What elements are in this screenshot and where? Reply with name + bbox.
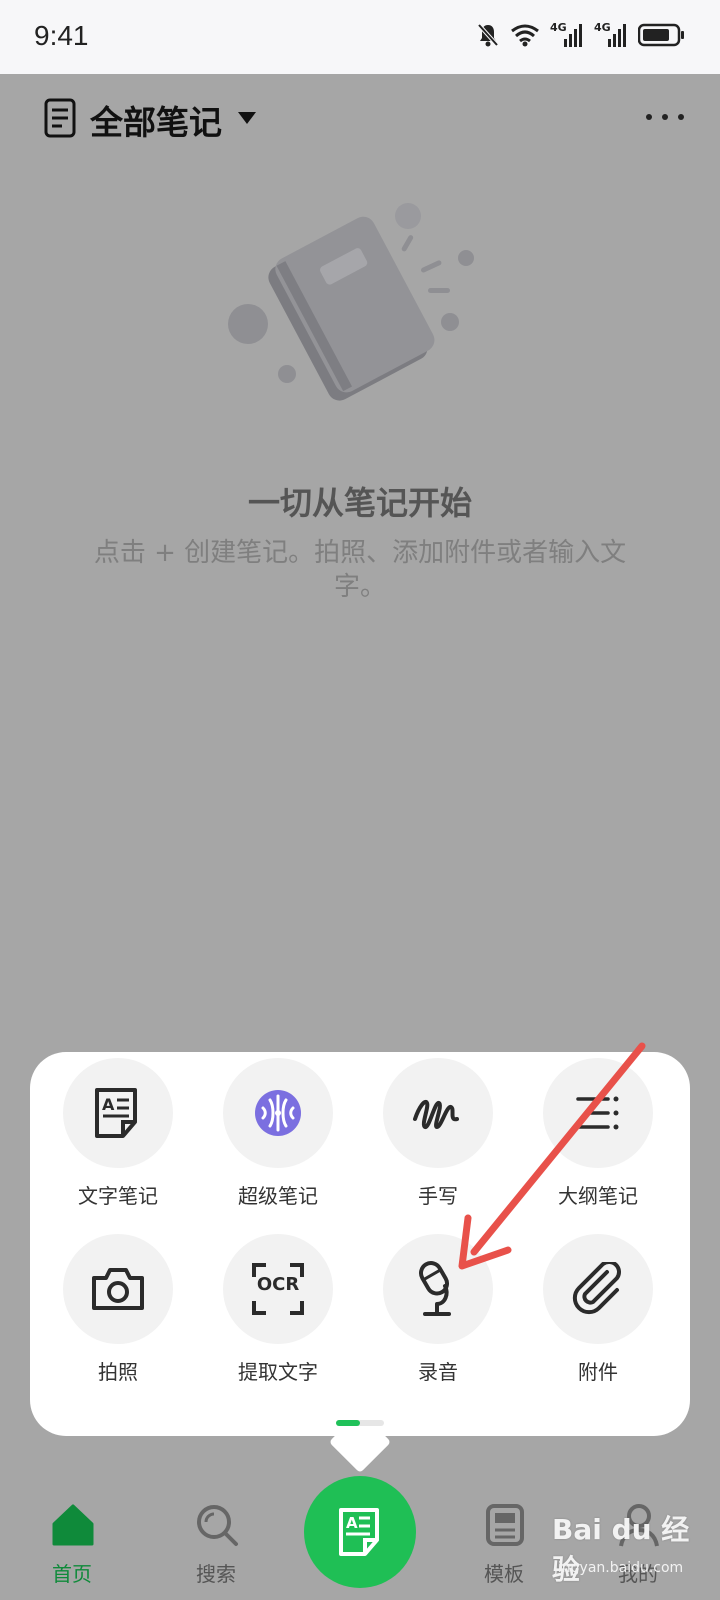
microphone-icon	[419, 1261, 451, 1316]
watermark-text: Bai du 经验	[552, 1513, 690, 1586]
menu-item-label: 拍照	[98, 1360, 138, 1384]
mute-bell-icon	[477, 23, 499, 47]
menu-item-label: 文字笔记	[78, 1184, 158, 1208]
tab-label: 首页	[52, 1562, 92, 1586]
notebook-icon[interactable]	[44, 98, 76, 138]
empty-notebook-illustration	[228, 203, 474, 401]
tab-label: 搜索	[196, 1562, 236, 1586]
menu-item-handwriting[interactable]: 手写	[368, 1058, 508, 1208]
status-icons: 4G 4G	[476, 18, 686, 52]
new-note-icon: A	[339, 1508, 379, 1556]
status-bar: 9:41 4G 4G	[0, 0, 720, 74]
tab-home[interactable]: 首页	[22, 1488, 122, 1598]
svg-text:A: A	[102, 1095, 115, 1114]
menu-item-label: 超级笔记	[238, 1184, 318, 1208]
menu-item-ocr[interactable]: OCR 提取文字	[208, 1234, 348, 1384]
baidu-watermark: Bai du 经验 jingyan.baidu.com	[552, 1502, 712, 1592]
wifi-icon	[511, 24, 539, 47]
create-note-button[interactable]: A	[304, 1476, 416, 1588]
menu-page-indicator	[336, 1420, 384, 1426]
tab-search[interactable]: 搜索	[166, 1488, 266, 1598]
page-indicator-active	[336, 1420, 360, 1426]
menu-item-label: 提取文字	[238, 1360, 318, 1384]
cellular-signal-2: 4G	[594, 21, 628, 49]
ocr-icon-text: OCR	[256, 1274, 300, 1295]
empty-state-subtitle: 点击 + 创建笔记。拍照、添加附件或者输入文字。	[93, 538, 627, 602]
menu-item-label: 录音	[418, 1360, 458, 1384]
menu-item-label: 手写	[418, 1184, 458, 1208]
menu-item-label: 大纲笔记	[558, 1184, 638, 1208]
more-icon[interactable]	[646, 110, 684, 124]
empty-state-title: 一切从笔记开始	[247, 484, 472, 522]
menu-item-recording[interactable]: 录音	[368, 1234, 508, 1384]
search-icon	[197, 1505, 238, 1546]
paperclip-icon	[572, 1262, 621, 1315]
tab-template[interactable]: 模板	[454, 1488, 554, 1598]
create-note-menu: A 文字笔记 超级笔记 手写 大纲笔记 拍照 OCR 提取文字 录音 附件	[30, 1052, 690, 1436]
svg-text:A: A	[346, 1514, 358, 1532]
watermark-url: jingyan.baidu.com	[554, 1560, 684, 1576]
camera-icon	[92, 1268, 144, 1310]
status-time: 9:41	[34, 20, 89, 51]
home-icon	[52, 1504, 94, 1546]
signal-bars-icon	[564, 24, 582, 47]
outline-note-icon	[576, 1096, 619, 1130]
menu-item-label: 附件	[578, 1360, 618, 1384]
template-icon	[486, 1504, 524, 1546]
chevron-down-icon[interactable]	[238, 112, 256, 124]
signal-bars-icon	[608, 24, 626, 47]
menu-item-super-note[interactable]: 超级笔记	[208, 1058, 348, 1208]
handwriting-icon	[413, 1100, 459, 1130]
notebook-selector-title[interactable]: 全部笔记	[90, 96, 222, 144]
menu-item-camera[interactable]: 拍照	[48, 1234, 188, 1384]
battery-icon	[638, 23, 684, 47]
super-note-icon	[255, 1090, 301, 1136]
menu-item-outline-note[interactable]: 大纲笔记	[528, 1058, 668, 1208]
menu-item-attachment[interactable]: 附件	[528, 1234, 668, 1384]
menu-item-text-note[interactable]: A 文字笔记	[48, 1058, 188, 1208]
tab-label: 模板	[484, 1562, 524, 1586]
app-header: 全部笔记	[0, 74, 720, 164]
cellular-signal-1: 4G	[550, 21, 584, 49]
text-note-icon: A	[95, 1088, 137, 1138]
